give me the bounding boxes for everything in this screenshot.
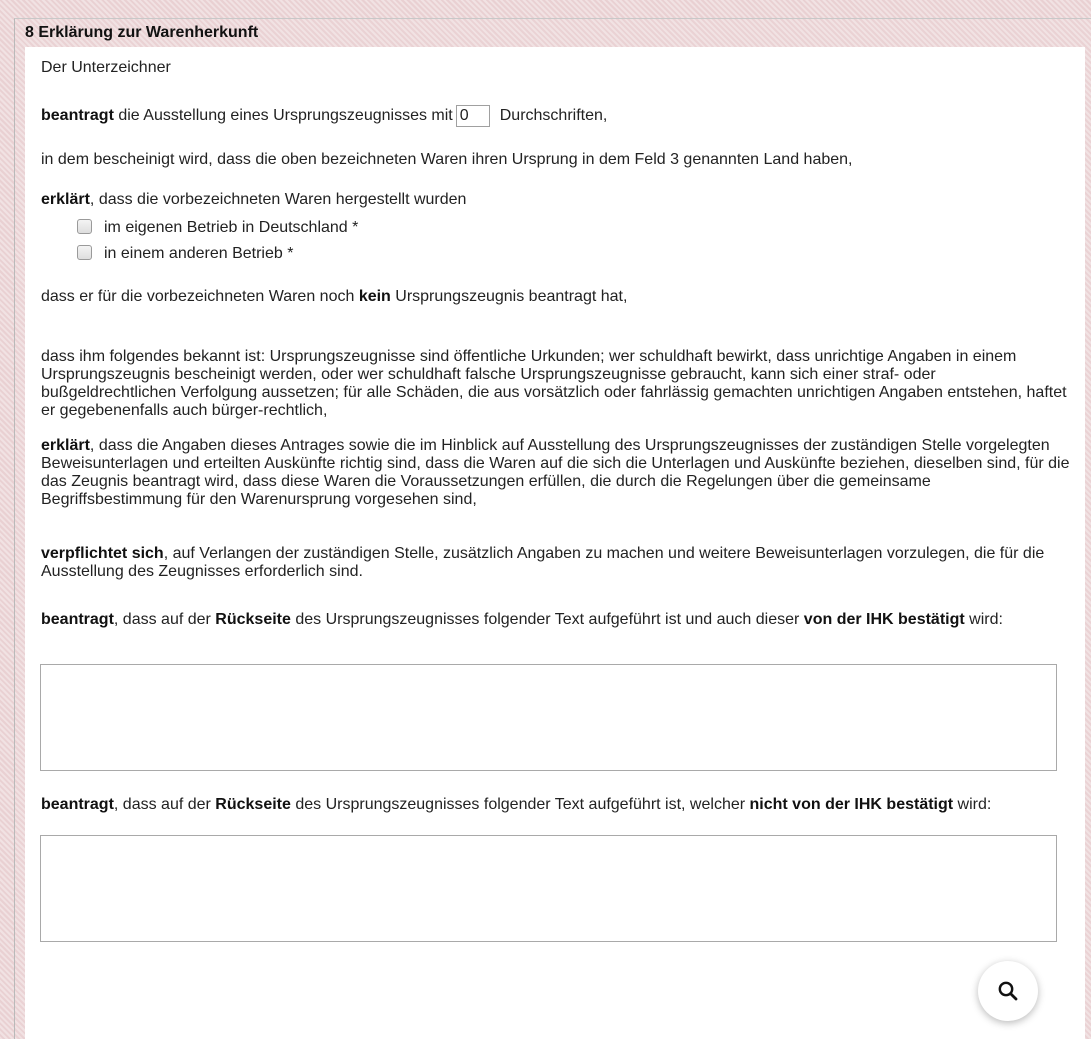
copies-suffix: Durchschriften, <box>499 107 608 124</box>
produced-line: erklärt, dass die vorbezeichneten Waren … <box>41 191 466 209</box>
reverse-confirmed-textarea[interactable] <box>40 664 1057 771</box>
search-icon <box>998 981 1018 1001</box>
reverse-unconfirmed-bold-2: Rückseite <box>215 796 291 813</box>
reverse-unconfirmed-textarea[interactable] <box>40 835 1057 942</box>
reverse-confirmed-text-1: , dass auf der <box>113 611 216 628</box>
other-plant-label: in einem anderen Betrieb * <box>104 245 294 262</box>
reverse-confirmed-text-3: wird: <box>964 611 1003 628</box>
form-section-frame: 8 Erklärung zur Warenherkunft Der Unterz… <box>14 18 1091 1039</box>
apply-text: die Ausstellung eines Ursprungszeugnisse… <box>113 107 453 124</box>
reverse-unconfirmed-bold-1: beantragt <box>41 796 114 813</box>
obliges-line: verpflichtet sich, auf Verlangen der zus… <box>41 545 1071 581</box>
apply-bold: beantragt <box>41 107 114 124</box>
obliges-bold: verpflichtet sich <box>41 545 164 562</box>
reverse-confirmed-label: beantragt, dass auf der Rückseite des Ur… <box>41 611 1071 629</box>
option-other-plant[interactable]: in einem anderen Betrieb * <box>77 244 293 264</box>
obliges-text: , auf Verlangen der zuständigen Stelle, … <box>41 545 1045 580</box>
not-applied-line: dass er für die vorbezeichneten Waren no… <box>41 288 627 306</box>
copies-input[interactable] <box>455 104 490 127</box>
declaration-panel: Der Unterzeichner beantragt die Ausstell… <box>25 47 1085 1039</box>
option-own-plant[interactable]: im eigenen Betrieb in Deutschland * <box>77 218 358 238</box>
produced-text: , dass die vorbezeichneten Waren hergest… <box>89 191 467 208</box>
reverse-confirmed-bold-2: Rückseite <box>215 611 291 628</box>
produced-bold: erklärt <box>41 191 90 208</box>
declares-correct-line: erklärt, dass die Angaben dieses Antrage… <box>41 437 1071 509</box>
signer-label: Der Unterzeichner <box>41 59 171 76</box>
declares-correct-bold: erklärt <box>41 437 90 454</box>
other-plant-checkbox[interactable] <box>77 245 92 260</box>
reverse-unconfirmed-text-3: wird: <box>953 796 992 813</box>
known-text: dass ihm folgendes bekannt ist: Ursprung… <box>41 348 1067 419</box>
not-applied-text-before: dass er für die vorbezeichneten Waren no… <box>41 288 359 305</box>
own-plant-label: im eigenen Betrieb in Deutschland * <box>104 219 359 236</box>
not-applied-bold: kein <box>358 288 391 305</box>
reverse-unconfirmed-bold-3: nicht von der IHK bestätigt <box>749 796 954 813</box>
own-plant-checkbox[interactable] <box>77 219 92 234</box>
not-applied-text-after: Ursprungszeugnis beantragt hat, <box>390 288 628 305</box>
declares-correct-text: , dass die Angaben dieses Antrages sowie… <box>41 437 1070 508</box>
reverse-unconfirmed-label: beantragt, dass auf der Rückseite des Ur… <box>41 796 1071 814</box>
reverse-confirmed-bold-1: beantragt <box>41 611 114 628</box>
certified-text: in dem bescheinigt wird, dass die oben b… <box>41 151 853 168</box>
reverse-confirmed-text-2: des Ursprungszeugnisses folgender Text a… <box>290 611 804 628</box>
apply-line: beantragt die Ausstellung eines Ursprung… <box>41 104 607 128</box>
reverse-unconfirmed-text-2: des Ursprungszeugnisses folgender Text a… <box>290 796 750 813</box>
reverse-confirmed-bold-3: von der IHK bestätigt <box>803 611 965 628</box>
search-button[interactable] <box>978 961 1038 1021</box>
section-title: 8 Erklärung zur Warenherkunft <box>25 24 259 41</box>
reverse-unconfirmed-text-1: , dass auf der <box>113 796 216 813</box>
